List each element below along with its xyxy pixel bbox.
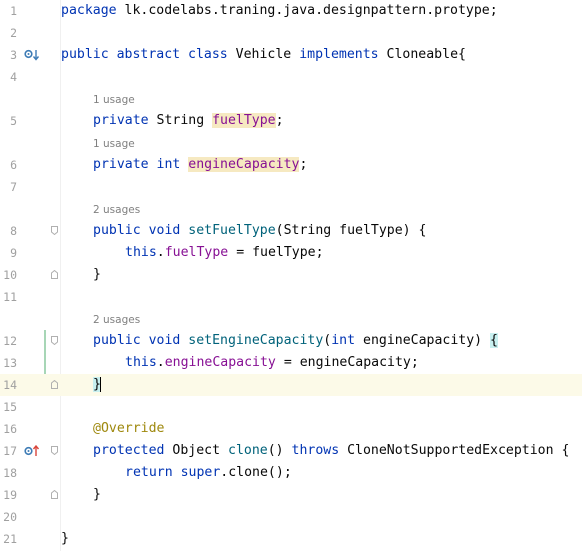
code-line[interactable]: 19 } <box>0 484 582 506</box>
code-text: this.engineCapacity = engineCapacity; <box>125 355 419 370</box>
code-text: } <box>93 374 101 396</box>
code-text: public void setEngineCapacity(int engine… <box>93 333 498 348</box>
code-line[interactable]: 13 this.engineCapacity = engineCapacity; <box>0 352 582 374</box>
line-number: 5 <box>10 114 17 128</box>
line-number: 11 <box>3 290 17 304</box>
code-text: this.fuelType = fuelType; <box>125 245 324 260</box>
line-number: 16 <box>3 422 17 436</box>
line-number: 17 <box>3 444 17 458</box>
code-line[interactable]: 16 @Override <box>0 418 582 440</box>
code-line[interactable]: 2 <box>0 22 582 44</box>
code-line[interactable]: 12 public void setEngineCapacity(int eng… <box>0 330 582 352</box>
code-text: } <box>93 487 101 502</box>
line-number: 20 <box>3 510 17 524</box>
line-number: 15 <box>3 400 17 414</box>
code-text: private int engineCapacity; <box>93 157 308 172</box>
usage-hint[interactable]: 2 usages <box>93 309 140 331</box>
line-number: 6 <box>10 158 17 172</box>
code-text: private String fuelType; <box>93 113 284 128</box>
line-number: 13 <box>3 356 17 370</box>
usage-hint[interactable]: 1 usage <box>93 133 135 155</box>
usage-hint[interactable]: 2 usages <box>93 199 140 221</box>
code-text: protected Object clone() throws CloneNot… <box>93 443 570 458</box>
line-number: 2 <box>10 26 17 40</box>
fold-icon[interactable] <box>51 336 58 345</box>
current-code-line[interactable]: 14 } <box>0 374 582 396</box>
code-line[interactable]: 9 this.fuelType = fuelType; <box>0 242 582 264</box>
code-text: } <box>93 267 101 282</box>
code-line[interactable]: 7 <box>0 176 582 198</box>
code-line[interactable]: 10 } <box>0 264 582 286</box>
code-editor[interactable]: 1 package lk.codelabs.traning.java.desig… <box>0 0 582 551</box>
code-line[interactable]: 6 private int engineCapacity; <box>0 154 582 176</box>
code-line[interactable]: 15 <box>0 396 582 418</box>
text-caret <box>99 377 101 392</box>
code-line[interactable]: 11 <box>0 286 582 308</box>
code-text: public abstract class Vehicle implements… <box>61 47 466 62</box>
line-number: 21 <box>3 532 17 546</box>
code-line[interactable]: 3 public abstract class Vehicle implemen… <box>0 44 582 66</box>
implementation-marker-icon[interactable] <box>24 49 40 61</box>
line-number: 7 <box>10 180 17 194</box>
code-line[interactable]: 5 private String fuelType; <box>0 110 582 132</box>
line-number: 1 <box>10 4 17 18</box>
override-marker-icon[interactable] <box>24 445 40 457</box>
code-line[interactable]: 8 public void setFuelType(String fuelTyp… <box>0 220 582 242</box>
matched-brace: { <box>490 333 498 348</box>
fold-end-icon[interactable] <box>51 270 58 279</box>
line-number: 10 <box>3 268 17 282</box>
fold-icon[interactable] <box>51 446 58 455</box>
code-text: public void setFuelType(String fuelType)… <box>93 223 427 238</box>
line-number: 14 <box>3 378 17 392</box>
code-line[interactable]: 18 return super.clone(); <box>0 462 582 484</box>
usage-hint[interactable]: 1 usage <box>93 89 135 111</box>
line-number: 18 <box>3 466 17 480</box>
line-number: 19 <box>3 488 17 502</box>
code-text: package lk.codelabs.traning.java.designp… <box>61 3 498 18</box>
code-line[interactable]: 20 <box>0 506 582 528</box>
code-text: return super.clone(); <box>125 465 292 480</box>
code-line[interactable]: 4 <box>0 66 582 88</box>
code-text: } <box>61 531 69 546</box>
code-line[interactable]: 1 package lk.codelabs.traning.java.desig… <box>0 0 582 22</box>
line-number: 9 <box>10 246 17 260</box>
code-line[interactable]: 21 } <box>0 528 582 550</box>
code-line[interactable]: 17 protected Object clone() throws Clone… <box>0 440 582 462</box>
line-number: 3 <box>10 48 17 62</box>
line-number: 12 <box>3 334 17 348</box>
line-number: 4 <box>10 70 17 84</box>
line-number: 8 <box>10 224 17 238</box>
code-text: @Override <box>93 421 165 436</box>
fold-icon[interactable] <box>51 226 58 235</box>
fold-end-icon[interactable] <box>51 380 58 389</box>
fold-end-icon[interactable] <box>51 490 58 499</box>
